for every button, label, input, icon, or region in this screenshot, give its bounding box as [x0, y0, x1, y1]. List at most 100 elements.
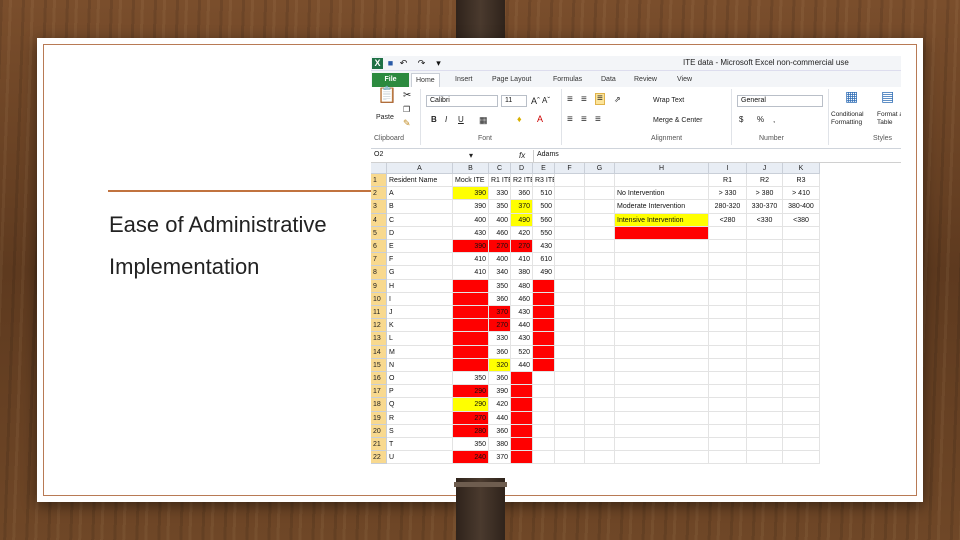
cell-e4[interactable]: 560 [533, 213, 555, 227]
cell-f16[interactable] [555, 372, 585, 386]
cell-d22[interactable] [511, 451, 533, 465]
cell-a5[interactable]: D [387, 226, 453, 240]
cell-a10[interactable]: I [387, 292, 453, 306]
cell-j14[interactable] [747, 345, 783, 359]
cell-e19[interactable] [533, 411, 555, 425]
align-bottom-icon[interactable]: ≡ [595, 93, 605, 105]
row-header[interactable]: 22 [371, 451, 387, 465]
cell-k14[interactable] [783, 345, 820, 359]
cell-g7[interactable] [585, 253, 615, 267]
cell-c13[interactable]: 330 [489, 332, 511, 346]
underline-icon[interactable]: U [458, 115, 464, 125]
cell-j21[interactable] [747, 438, 783, 452]
cell-b16[interactable]: 350 [453, 372, 489, 386]
paste-label[interactable]: Paste [376, 114, 394, 121]
cell-h12[interactable] [615, 319, 709, 333]
copy-icon[interactable]: ❐ [403, 105, 410, 115]
select-all-corner[interactable] [371, 163, 387, 174]
cell-i19[interactable] [709, 411, 747, 425]
cell-k8[interactable] [783, 266, 820, 280]
row-header[interactable]: 16 [371, 372, 387, 386]
cell-e20[interactable] [533, 424, 555, 438]
cell-c10[interactable]: 360 [489, 292, 511, 306]
cell-f1[interactable] [555, 174, 585, 188]
cell-k18[interactable] [783, 398, 820, 412]
undo-icon[interactable]: ↶ [398, 58, 409, 69]
cell-c18[interactable]: 420 [489, 398, 511, 412]
cell-f11[interactable] [555, 306, 585, 320]
row-header[interactable]: 21 [371, 438, 387, 452]
row-header[interactable]: 4 [371, 213, 387, 227]
cell-g9[interactable] [585, 279, 615, 293]
cell-j10[interactable] [747, 292, 783, 306]
cell-f4[interactable] [555, 213, 585, 227]
cell-a8[interactable]: G [387, 266, 453, 280]
cell-a11[interactable]: J [387, 306, 453, 320]
cell-g13[interactable] [585, 332, 615, 346]
cell-k20[interactable] [783, 424, 820, 438]
cell-e16[interactable] [533, 372, 555, 386]
cell-b10[interactable] [453, 292, 489, 306]
cell-a12[interactable]: K [387, 319, 453, 333]
borders-icon[interactable]: ▦ [479, 115, 488, 125]
cell-b20[interactable]: 280 [453, 424, 489, 438]
cell-c15[interactable]: 320 [489, 358, 511, 372]
wrap-text-button[interactable]: Wrap Text [653, 97, 684, 104]
cell-g22[interactable] [585, 451, 615, 465]
cell-j13[interactable] [747, 332, 783, 346]
row-header[interactable]: 2 [371, 187, 387, 201]
align-top-icon[interactable]: ≡ [567, 95, 573, 105]
cell-g2[interactable] [585, 187, 615, 201]
cell-k16[interactable] [783, 372, 820, 386]
cell-g14[interactable] [585, 345, 615, 359]
format-as-table-button[interactable]: Format as Table [877, 111, 901, 127]
row-header[interactable]: 12 [371, 319, 387, 333]
row-header[interactable]: 8 [371, 266, 387, 280]
row-header[interactable]: 19 [371, 411, 387, 425]
align-right-icon[interactable]: ≡ [595, 115, 601, 125]
column-header-a[interactable]: A [387, 163, 453, 174]
cell-c19[interactable]: 440 [489, 411, 511, 425]
cell-b18[interactable]: 290 [453, 398, 489, 412]
cell-k2[interactable]: > 410 [783, 187, 820, 201]
cell-b22[interactable]: 240 [453, 451, 489, 465]
cell-f2[interactable] [555, 187, 585, 201]
cell-d3[interactable]: 370 [511, 200, 533, 214]
cell-f22[interactable] [555, 451, 585, 465]
cell-e22[interactable] [533, 451, 555, 465]
cell-i22[interactable] [709, 451, 747, 465]
cell-k13[interactable] [783, 332, 820, 346]
row-header[interactable]: 17 [371, 385, 387, 399]
cell-f8[interactable] [555, 266, 585, 280]
cell-e14[interactable] [533, 345, 555, 359]
cell-b3[interactable]: 390 [453, 200, 489, 214]
comma-icon[interactable]: , [773, 115, 775, 125]
tab-home[interactable]: Home [411, 73, 440, 87]
cell-c14[interactable]: 360 [489, 345, 511, 359]
font-name-select[interactable]: Calibri [426, 95, 498, 107]
cell-f3[interactable] [555, 200, 585, 214]
cell-j16[interactable] [747, 372, 783, 386]
cell-i3[interactable]: 280-320 [709, 200, 747, 214]
cell-h1[interactable] [615, 174, 709, 188]
cell-k9[interactable] [783, 279, 820, 293]
cell-b5[interactable]: 430 [453, 226, 489, 240]
cell-a18[interactable]: Q [387, 398, 453, 412]
customize-qat-icon[interactable]: ▾ [433, 58, 444, 69]
cell-b7[interactable]: 410 [453, 253, 489, 267]
column-header-j[interactable]: J [747, 163, 783, 174]
cell-d18[interactable] [511, 398, 533, 412]
insert-function-icon[interactable]: fx [519, 151, 525, 161]
cell-e15[interactable] [533, 358, 555, 372]
cell-k7[interactable] [783, 253, 820, 267]
cell-a17[interactable]: P [387, 385, 453, 399]
cell-e12[interactable] [533, 319, 555, 333]
cell-g21[interactable] [585, 438, 615, 452]
column-header-c[interactable]: C [489, 163, 511, 174]
grow-font-icon[interactable]: Aˆ [531, 96, 540, 106]
cell-c3[interactable]: 350 [489, 200, 511, 214]
cell-e3[interactable]: 500 [533, 200, 555, 214]
cell-e7[interactable]: 610 [533, 253, 555, 267]
cell-a3[interactable]: B [387, 200, 453, 214]
cell-f13[interactable] [555, 332, 585, 346]
